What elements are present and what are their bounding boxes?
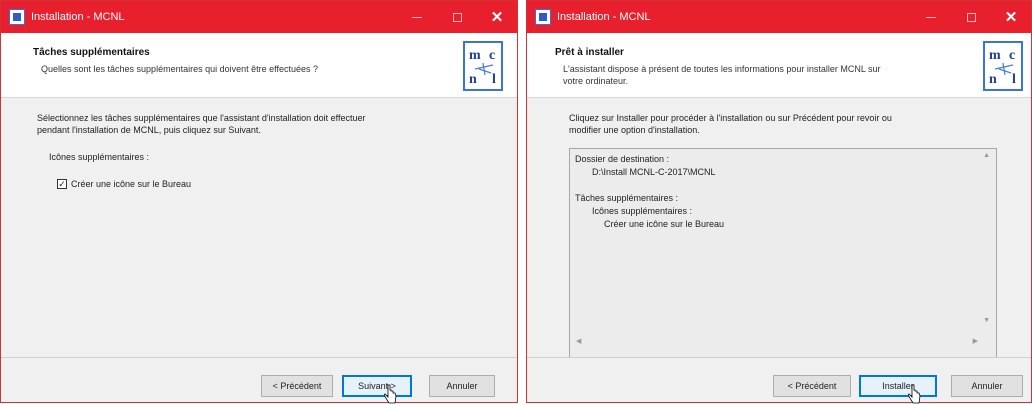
checkbox-label[interactable]: Créer une icône sur le Bureau [71,178,191,190]
close-icon: ✕ [490,9,504,26]
minimize-icon [412,16,422,18]
page-subtitle-line-1: L'assistant dispose à présent de toutes … [563,64,881,74]
page-subtitle: Quelles sont les tâches supplémentaires … [41,64,319,74]
memo-dest-path: D:\Install MCNL-C-2017\MCNL [592,167,716,177]
install-button[interactable]: Installer [859,375,937,397]
scroll-down-icon[interactable]: ▼ [983,317,990,324]
wizard-header: Prêt à installer L'assistant dispose à p… [527,33,1031,98]
mouse-cursor-icon [908,384,921,404]
logo-letter-c: c [489,48,495,63]
logo-letter-c: c [1009,48,1015,63]
maximize-button[interactable] [437,1,477,33]
maximize-button[interactable] [951,1,991,33]
intro-line-2: pendant l'installation de MCNL, puis cli… [37,125,261,135]
close-icon: ✕ [1004,9,1018,26]
intro-line-2: modifier une option d'installation. [569,125,700,135]
page-title: Tâches supplémentaires [33,47,150,58]
cancel-button[interactable]: Annuler [429,375,495,397]
maximize-icon [966,12,976,22]
logo-letter-n: n [469,72,477,87]
scroll-right-icon[interactable]: ▶ [973,337,978,345]
next-button[interactable]: Suivant > [342,375,412,397]
logo-letter-m: m [989,48,1001,63]
app-icon [535,9,551,25]
window-title: Installation - MCNL [31,11,125,23]
back-button[interactable]: < Précédent [261,375,333,397]
intro-line-1: Cliquez sur Installer pour procéder à l'… [569,113,892,123]
page-title: Prêt à installer [555,47,624,58]
minimize-button[interactable] [397,1,437,33]
scroll-left-icon[interactable]: ◀ [576,337,581,345]
close-button[interactable]: ✕ [991,1,1031,33]
footer-separator [527,357,1031,358]
memo-tasks-label: Tâches supplémentaires : [575,193,679,203]
minimize-button[interactable] [911,1,951,33]
desktop-icon-checkbox[interactable]: ✓ [57,179,67,189]
memo-icons-label: Icônes supplémentaires : [592,206,693,216]
maximize-icon [452,12,462,22]
page-subtitle-line-2: votre ordinateur. [563,76,629,86]
scroll-up-icon[interactable]: ▲ [983,152,990,159]
memo-icon-task: Créer une icône sur le Bureau [604,219,725,229]
back-button[interactable]: < Précédent [773,375,851,397]
logo-letter-n: n [989,72,997,87]
logo-letter-l: l [492,72,496,87]
title-bar[interactable]: Installation - MCNL ✕ [527,1,1031,33]
setup-window-ready: Installation - MCNL ✕ Prêt à installer L… [526,0,1032,404]
cancel-button[interactable]: Annuler [951,375,1023,397]
wizard-header: Tâches supplémentaires Quelles sont les … [1,33,517,98]
logo-letter-m: m [469,48,481,63]
check-icon: ✓ [58,179,66,189]
intro-line-1: Sélectionnez les tâches supplémentaires … [37,113,366,123]
minimize-icon [926,16,936,18]
setup-window-tasks: Installation - MCNL ✕ Tâches supplémenta… [0,0,518,404]
mouse-cursor-icon [384,384,397,404]
app-icon [9,9,25,25]
title-bar[interactable]: Installation - MCNL ✕ [1,1,517,33]
window-title: Installation - MCNL [557,11,651,23]
group-label: Icônes supplémentaires : [49,152,150,162]
close-button[interactable]: ✕ [477,1,517,33]
ready-memo[interactable]: Dossier de destination : D:\Install MCNL… [569,148,997,358]
mcnl-logo: m c n l [463,41,503,91]
mcnl-logo: m c n l [983,41,1023,91]
memo-dest-label: Dossier de destination : [575,154,670,164]
logo-letter-l: l [1012,72,1016,87]
footer-separator [1,357,517,358]
